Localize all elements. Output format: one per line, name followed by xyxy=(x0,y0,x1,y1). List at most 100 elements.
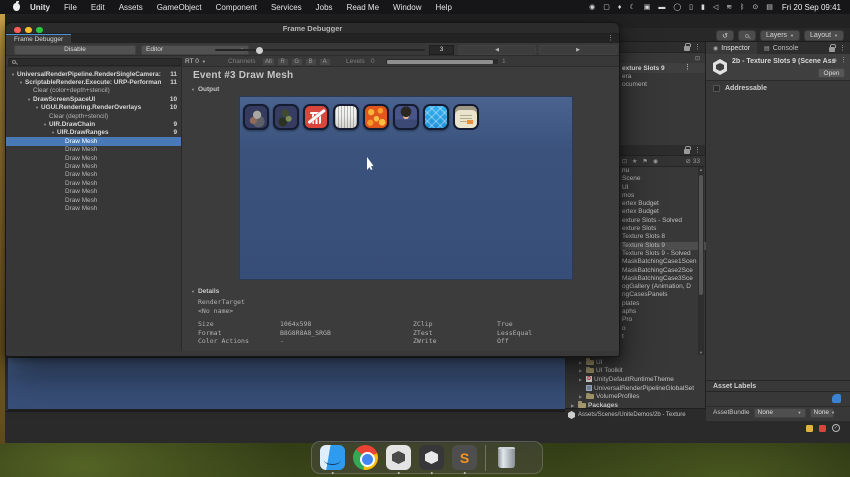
minimize-button[interactable] xyxy=(25,26,32,33)
event-tree-row[interactable]: ▼ UniversalRenderPipeline.RenderSingleCam… xyxy=(6,70,181,78)
lock-icon[interactable] xyxy=(829,43,836,52)
search-icon[interactable]: ⊙ xyxy=(752,4,758,11)
window-titlebar[interactable]: Frame Debugger xyxy=(6,23,619,34)
menu-help[interactable]: Help xyxy=(435,3,451,12)
channel-g-button[interactable]: G xyxy=(290,57,303,66)
scrollbar-thumb[interactable] xyxy=(699,175,703,295)
chrome-dock-icon[interactable] xyxy=(353,445,378,470)
globe-icon[interactable]: ◯ xyxy=(673,4,681,11)
layout-dropdown[interactable]: Layout ▼ xyxy=(804,30,844,41)
collapsed-arrow-icon[interactable]: ▶ xyxy=(579,394,584,399)
event-tree-row[interactable]: Clear (depth+stencil) xyxy=(6,112,181,120)
tools-icon[interactable]: ♦ xyxy=(618,4,622,11)
event-tree-row[interactable]: Draw Mesh xyxy=(6,137,181,146)
event-tree-row[interactable]: ▼ UIR.DrawRanges 9 xyxy=(6,129,181,137)
layers-dropdown[interactable]: Layers ▼ xyxy=(760,30,800,41)
status-check-icon[interactable]: ✓ xyxy=(832,424,840,432)
kebab-menu-icon[interactable]: ⋮ xyxy=(694,147,701,154)
event-tree-row[interactable]: Draw Mesh xyxy=(6,162,181,170)
menu-services[interactable]: Services xyxy=(271,3,302,12)
project-folder-row[interactable]: ▶ UI xyxy=(565,358,706,367)
help-icon[interactable]: ◉ xyxy=(832,57,837,64)
status-red-icon[interactable] xyxy=(819,424,826,432)
tab-inspector[interactable]: ◉ Inspector xyxy=(706,42,758,54)
trash-dock-icon[interactable] xyxy=(494,445,519,470)
lock-icon[interactable] xyxy=(684,145,691,154)
search-by-type-icon[interactable]: ⊡ xyxy=(622,158,627,165)
menu-component[interactable]: Component xyxy=(216,3,257,12)
bluetooth-icon[interactable]: ᛒ xyxy=(740,4,744,11)
channel-b-button[interactable]: B xyxy=(304,57,317,66)
project-folder-row[interactable]: ▶ UI Toolkit xyxy=(565,366,706,376)
details-foldout[interactable]: ▼ Details xyxy=(191,288,219,295)
open-button[interactable]: Open xyxy=(818,68,845,78)
battery-icon[interactable]: ▮ xyxy=(701,4,705,11)
wifi-icon[interactable]: ≋ xyxy=(726,4,732,11)
apple-icon[interactable] xyxy=(13,1,20,11)
event-tree-row[interactable]: Draw Mesh xyxy=(6,204,181,212)
disable-button[interactable]: Disable xyxy=(14,44,136,55)
favorites-icon[interactable]: ★ xyxy=(632,158,637,165)
zoom-button[interactable] xyxy=(36,26,43,33)
scroll-up-icon[interactable]: ▲ xyxy=(698,167,704,172)
kebab-menu-icon[interactable]: ⋮ xyxy=(840,57,847,64)
assetbundle-dropdown[interactable]: None ▼ xyxy=(753,407,806,418)
event-slider[interactable] xyxy=(215,46,425,54)
search-button[interactable] xyxy=(738,30,757,41)
slider-handle[interactable] xyxy=(256,46,263,54)
lock-icon[interactable] xyxy=(684,42,691,51)
variant-dropdown[interactable]: None ▼ xyxy=(809,407,835,418)
close-button[interactable] xyxy=(14,26,21,33)
project-folder-row[interactable]: ▶ VolumeProfiles xyxy=(565,392,706,401)
collapsed-arrow-icon[interactable]: ▶ xyxy=(579,368,584,373)
menu-edit[interactable]: Edit xyxy=(91,3,105,12)
addressable-checkbox[interactable] xyxy=(713,85,720,92)
menu-assets[interactable]: Assets xyxy=(119,3,143,12)
status-yellow-icon[interactable] xyxy=(806,424,813,432)
project-scrollbar[interactable]: ▲ ▼ xyxy=(698,167,704,355)
sublime-text-dock-icon[interactable]: S xyxy=(452,445,477,474)
label-icon[interactable]: ⚑ xyxy=(642,158,647,165)
menu-gameobject[interactable]: GameObject xyxy=(157,3,202,12)
kebab-menu-icon[interactable]: ⋮ xyxy=(839,45,846,52)
scroll-down-icon[interactable]: ▼ xyxy=(698,350,704,355)
event-tree-row[interactable]: Draw Mesh xyxy=(6,179,181,187)
menu-read-me[interactable]: Read Me xyxy=(347,3,379,12)
kebab-menu-icon[interactable]: ⋮ xyxy=(684,64,691,71)
levels-slider-thumb[interactable] xyxy=(387,59,493,64)
app-v-icon[interactable]: ▣ xyxy=(644,4,651,11)
channel-all-button[interactable]: All xyxy=(262,57,275,66)
event-tree-row[interactable]: ▼ DrawScreenSpaceUI 10 xyxy=(6,95,181,103)
unity-hub-dock-icon[interactable] xyxy=(386,445,411,474)
kebab-menu-icon[interactable]: ⋮ xyxy=(607,35,614,42)
undo-history-button[interactable]: ↺ xyxy=(716,30,735,41)
unity-editor-dock-icon[interactable] xyxy=(419,445,444,474)
prev-event-button[interactable]: ◀ xyxy=(458,44,536,55)
tab-console[interactable]: ▤ Console xyxy=(757,42,805,54)
project-folder-row[interactable]: ▶ D UnityDefaultRuntimeTheme xyxy=(565,375,706,384)
menu-unity[interactable]: Unity xyxy=(30,3,50,12)
kebab-menu-icon[interactable]: ⋮ xyxy=(694,44,701,51)
levels-slider[interactable] xyxy=(386,59,498,64)
camera-icon[interactable]: ◉ xyxy=(589,4,595,11)
event-tree-row[interactable]: Draw Mesh xyxy=(6,196,181,204)
moon-icon[interactable]: ☾ xyxy=(629,4,635,11)
event-tree-row[interactable]: Draw Mesh xyxy=(6,187,181,195)
info-icon[interactable]: ◉ xyxy=(653,158,658,165)
user-switch-icon[interactable]: ▤ xyxy=(766,4,773,11)
finder-dock-icon[interactable] xyxy=(320,445,345,474)
rt-dropdown[interactable]: RT 0 ▼ xyxy=(185,58,206,65)
event-tree-row[interactable]: Draw Mesh xyxy=(6,146,181,154)
label-tag-icon[interactable] xyxy=(832,394,841,403)
output-foldout[interactable]: ▼ Output xyxy=(191,86,219,93)
search-input[interactable] xyxy=(8,57,182,66)
display-icon[interactable]: ▢ xyxy=(603,4,610,11)
event-tree-row[interactable]: Clear (color+depth+stencil) xyxy=(6,87,181,95)
collapsed-arrow-icon[interactable]: ▶ xyxy=(579,360,584,365)
menu-window[interactable]: Window xyxy=(393,3,421,12)
event-tree-row[interactable]: Draw Mesh xyxy=(6,171,181,179)
hidden-count[interactable]: ⊘ 33 xyxy=(685,157,700,166)
battery-app-icon[interactable]: ▯ xyxy=(689,4,693,11)
event-tree-row[interactable]: Draw Mesh xyxy=(6,154,181,162)
tab-frame-debugger[interactable]: Frame Debugger xyxy=(6,34,72,43)
